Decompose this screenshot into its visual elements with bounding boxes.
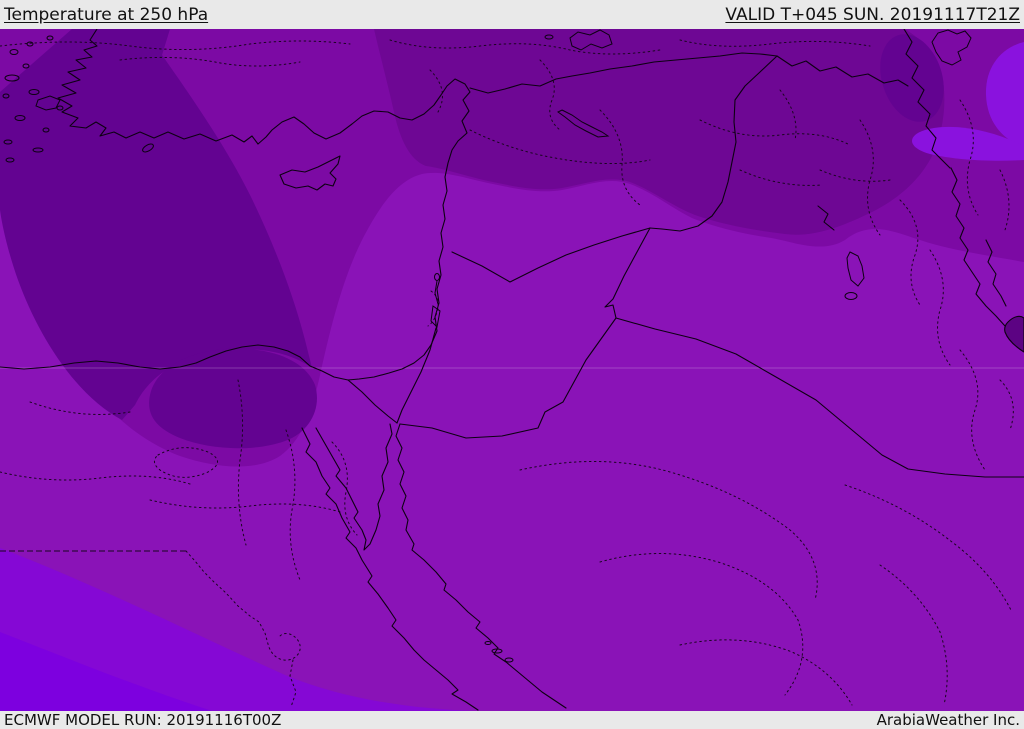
branding-label: ArabiaWeather Inc. — [876, 711, 1020, 729]
header-bar: Temperature at 250 hPa VALID T+045 SUN. … — [0, 0, 1024, 29]
map-canvas — [0, 29, 1024, 711]
model-run-label: ECMWF MODEL RUN: 20191116T00Z — [4, 711, 282, 729]
footer-bar: ECMWF MODEL RUN: 20191116T00Z ArabiaWeat… — [0, 711, 1024, 729]
map-title: Temperature at 250 hPa — [4, 4, 209, 25]
weather-map-window: Temperature at 250 hPa VALID T+045 SUN. … — [0, 0, 1024, 729]
valid-time-label: VALID T+045 SUN. 20191117T21Z — [725, 4, 1020, 25]
map-area — [0, 29, 1024, 711]
temperature-bands — [0, 29, 1024, 711]
